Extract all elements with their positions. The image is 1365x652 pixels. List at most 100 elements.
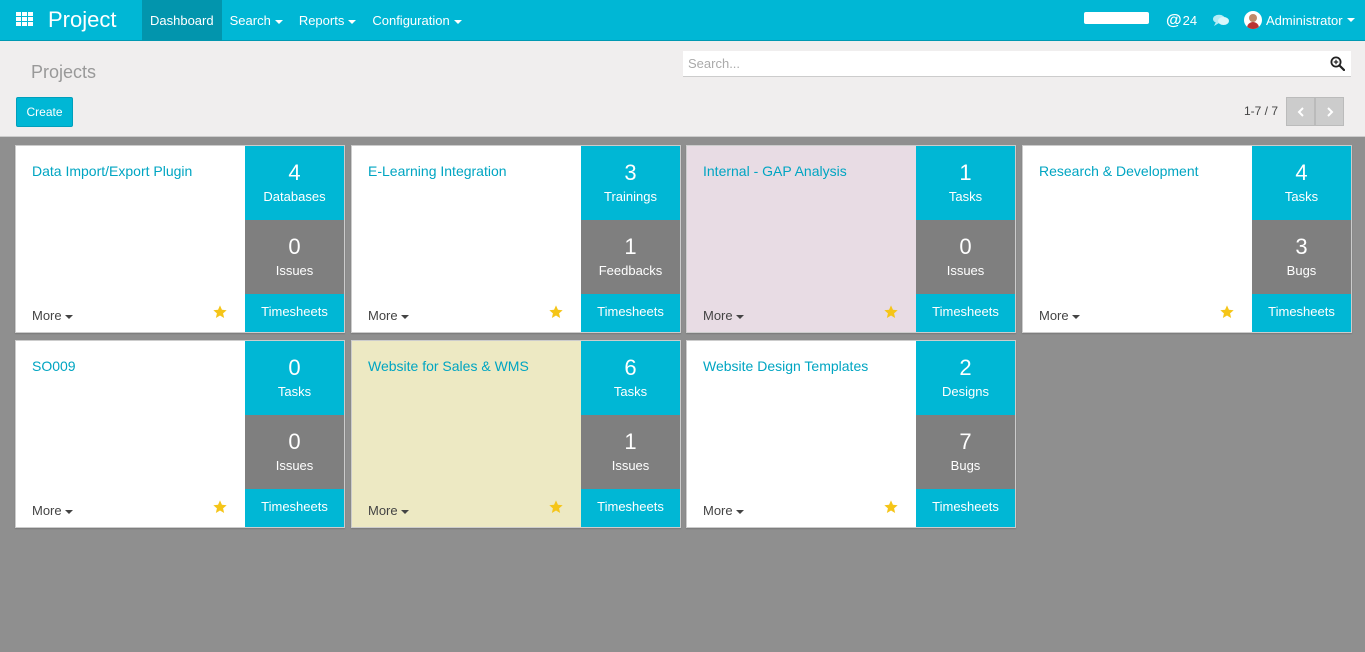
- favorite-star-icon[interactable]: [212, 304, 228, 320]
- project-name[interactable]: Internal - GAP Analysis: [703, 163, 847, 179]
- project-name[interactable]: Research & Development: [1039, 163, 1199, 179]
- secondary-stat-value: 0: [959, 234, 972, 259]
- caret-down-icon: [1346, 18, 1355, 22]
- more-label: More: [368, 503, 398, 518]
- more-dropdown[interactable]: More: [703, 308, 744, 323]
- project-name[interactable]: SO009: [32, 358, 76, 374]
- secondary-stat-button[interactable]: 0 Issues: [245, 220, 344, 294]
- favorite-star-icon[interactable]: [548, 304, 564, 320]
- caret-down-icon: [64, 509, 73, 514]
- menu-configuration[interactable]: Configuration: [364, 0, 469, 41]
- secondary-stat-button[interactable]: 1 Feedbacks: [581, 220, 680, 294]
- more-dropdown[interactable]: More: [703, 503, 744, 518]
- project-card[interactable]: SO009 More 0 Tasks 0 Issues Timesheets: [15, 340, 345, 528]
- menu-configuration-label: Configuration: [372, 13, 450, 28]
- secondary-stat-label: Issues: [611, 458, 650, 473]
- project-card[interactable]: Data Import/Export Plugin More 4 Databases 0…: [15, 145, 345, 333]
- secondary-stat-button[interactable]: 0 Issues: [245, 415, 344, 489]
- primary-stat-value: 4: [288, 160, 301, 185]
- timesheets-button[interactable]: Timesheets: [245, 489, 344, 527]
- caret-down-icon: [348, 19, 357, 24]
- search-icon[interactable]: [1330, 56, 1345, 71]
- menu-reports-label: Reports: [298, 13, 345, 28]
- favorite-star-icon[interactable]: [548, 499, 564, 515]
- project-name[interactable]: E-Learning Integration: [368, 163, 507, 179]
- app-title: Project: [48, 7, 117, 32]
- main-menu: Dashboard Search Reports Configuration: [142, 0, 470, 41]
- menu-search[interactable]: Search: [222, 0, 291, 41]
- primary-stat-button[interactable]: 0 Tasks: [245, 341, 344, 415]
- project-name[interactable]: Website for Sales & WMS: [368, 358, 529, 374]
- primary-stat-value: 2: [959, 355, 972, 380]
- caret-down-icon: [400, 509, 409, 514]
- search-input[interactable]: [683, 51, 1313, 75]
- pager-previous-button[interactable]: [1286, 97, 1315, 126]
- primary-stat-label: Trainings: [604, 189, 657, 204]
- menu-reports[interactable]: Reports: [291, 0, 365, 41]
- project-name[interactable]: Data Import/Export Plugin: [32, 163, 192, 179]
- favorite-star-icon[interactable]: [1219, 304, 1235, 320]
- chat-icon[interactable]: [1213, 14, 1229, 26]
- favorite-star-icon[interactable]: [883, 499, 899, 515]
- project-card[interactable]: E-Learning Integration More 3 Trainings 1 Fee…: [351, 145, 681, 333]
- secondary-stat-value: 3: [1295, 234, 1308, 259]
- primary-stat-button[interactable]: 4 Tasks: [1252, 146, 1351, 220]
- favorite-star-icon[interactable]: [883, 304, 899, 320]
- timesheets-button[interactable]: Timesheets: [581, 294, 680, 332]
- timesheets-button[interactable]: Timesheets: [245, 294, 344, 332]
- primary-stat-button[interactable]: 4 Databases: [245, 146, 344, 220]
- primary-stat-label: Tasks: [613, 384, 648, 399]
- primary-stat-value: 4: [1295, 160, 1308, 185]
- top-navbar: Project Dashboard Search Reports Configu…: [0, 0, 1365, 41]
- secondary-stat-value: 7: [959, 429, 972, 454]
- loading-bar: [1084, 12, 1149, 24]
- primary-stat-label: Tasks: [277, 384, 312, 399]
- menu-search-label: Search: [229, 13, 271, 28]
- chevron-right-icon: [1326, 106, 1333, 117]
- caret-down-icon: [274, 19, 283, 24]
- project-card[interactable]: Website Design Templates More 2 Designs 7 Bug…: [686, 340, 1016, 528]
- timesheets-button[interactable]: Timesheets: [1252, 294, 1351, 332]
- more-dropdown[interactable]: More: [368, 503, 409, 518]
- more-dropdown[interactable]: More: [32, 308, 73, 323]
- more-dropdown[interactable]: More: [368, 308, 409, 323]
- caret-down-icon: [1071, 314, 1080, 319]
- secondary-stat-button[interactable]: 0 Issues: [916, 220, 1015, 294]
- project-name[interactable]: Website Design Templates: [703, 358, 868, 374]
- primary-stat-button[interactable]: 6 Tasks: [581, 341, 680, 415]
- more-dropdown[interactable]: More: [32, 503, 73, 518]
- primary-stat-button[interactable]: 3 Trainings: [581, 146, 680, 220]
- primary-stat-button[interactable]: 2 Designs: [916, 341, 1015, 415]
- favorite-star-icon[interactable]: [212, 499, 228, 515]
- secondary-stat-button[interactable]: 3 Bugs: [1252, 220, 1351, 294]
- caret-down-icon: [64, 314, 73, 319]
- more-label: More: [368, 308, 398, 323]
- caret-down-icon: [453, 19, 462, 24]
- more-label: More: [703, 308, 733, 323]
- chevron-left-icon: [1297, 106, 1304, 117]
- more-label: More: [32, 503, 62, 518]
- menu-dashboard[interactable]: Dashboard: [142, 0, 222, 41]
- timesheets-button[interactable]: Timesheets: [916, 294, 1015, 332]
- more-dropdown[interactable]: More: [1039, 308, 1080, 323]
- secondary-stat-value: 0: [288, 429, 301, 454]
- secondary-stat-button[interactable]: 7 Bugs: [916, 415, 1015, 489]
- secondary-stat-label: Feedbacks: [598, 263, 663, 278]
- primary-stat-label: Designs: [942, 384, 989, 399]
- primary-stat-label: Databases: [263, 189, 326, 204]
- apps-grid-icon[interactable]: [16, 12, 33, 27]
- user-menu[interactable]: Administrator: [1244, 10, 1355, 30]
- timesheets-button[interactable]: Timesheets: [916, 489, 1015, 527]
- secondary-stat-button[interactable]: 1 Issues: [581, 415, 680, 489]
- control-panel: Projects Create 1-7 / 7: [0, 41, 1365, 137]
- primary-stat-button[interactable]: 1 Tasks: [916, 146, 1015, 220]
- project-card[interactable]: Research & Development More 4 Tasks 3 Bugs Tim…: [1022, 145, 1352, 333]
- create-button[interactable]: Create: [16, 97, 73, 127]
- timesheets-button[interactable]: Timesheets: [581, 489, 680, 527]
- project-card[interactable]: Internal - GAP Analysis More 1 Tasks 0 Issues…: [686, 145, 1016, 333]
- project-card[interactable]: Website for Sales & WMS More 6 Tasks 1 Issues…: [351, 340, 681, 528]
- pager-next-button[interactable]: [1315, 97, 1344, 126]
- primary-stat-value: 6: [624, 355, 637, 380]
- menu-dashboard-label: Dashboard: [150, 13, 214, 28]
- mentions-button[interactable]: @24: [1166, 12, 1197, 30]
